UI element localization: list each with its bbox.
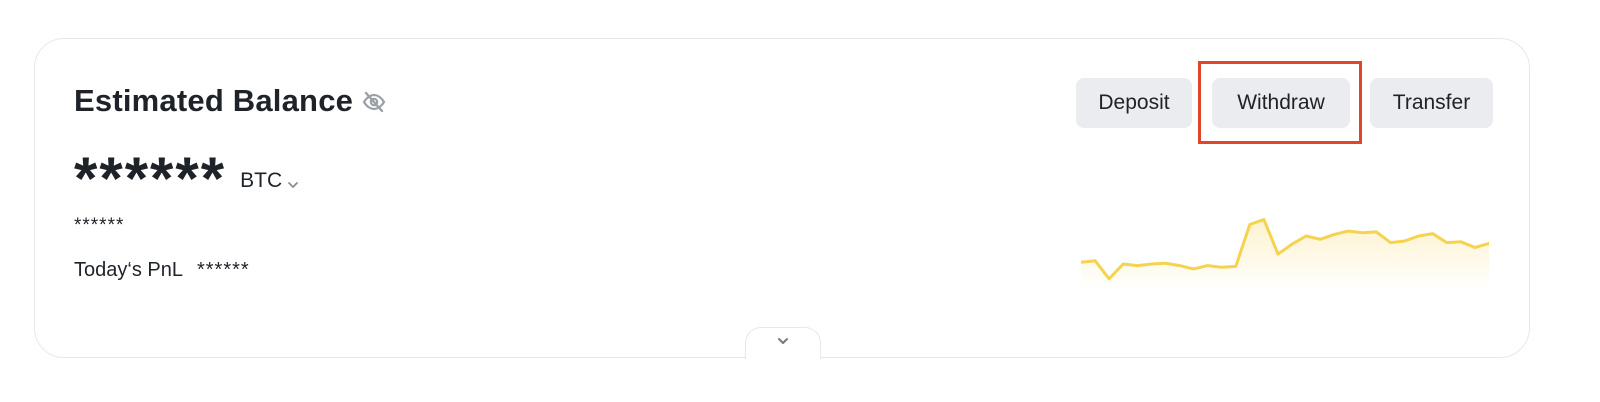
eye-slash-icon[interactable] [361, 89, 387, 115]
currency-label: BTC [240, 169, 283, 192]
pnl-row: Today‘s PnL ****** [74, 259, 250, 282]
transfer-button[interactable]: Transfer [1370, 78, 1493, 128]
balance-sparkline [1081, 218, 1489, 291]
pnl-label: Today‘s PnL [74, 259, 183, 281]
pnl-value: ****** [196, 259, 250, 281]
sparkline-area [1081, 219, 1489, 291]
card-title: Estimated Balance [74, 83, 354, 118]
title-row: Estimated Balance [74, 83, 387, 119]
expand-toggle[interactable] [745, 327, 821, 359]
withdraw-button[interactable]: Withdraw [1212, 78, 1350, 128]
chevron-down-icon [775, 333, 791, 354]
balance-row: ****** BTC [74, 137, 300, 209]
balance-value: ****** [74, 145, 227, 212]
deposit-button[interactable]: Deposit [1076, 78, 1192, 128]
currency-selector[interactable]: BTC [240, 169, 300, 193]
estimated-balance-card: Estimated Balance ****** BTC ****** Toda… [34, 38, 1530, 359]
chevron-down-icon [286, 174, 300, 188]
fiat-value: ****** [74, 215, 125, 236]
